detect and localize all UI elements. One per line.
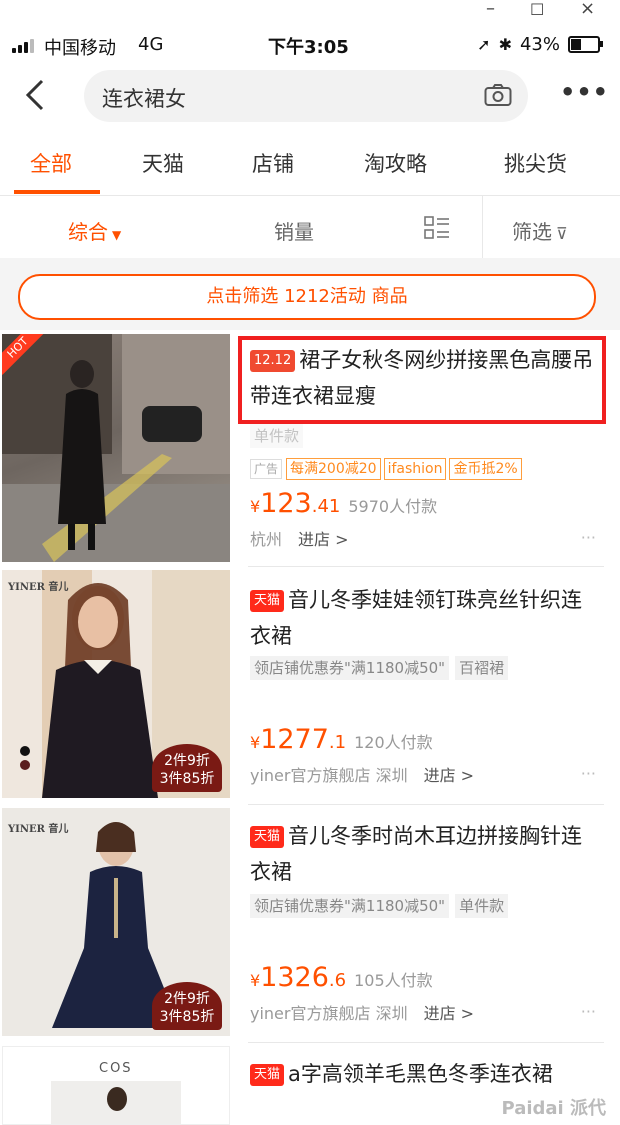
window-controls: – ☐ × <box>0 0 620 22</box>
battery-icon <box>568 36 603 53</box>
watermark: Paidai 派代 <box>501 1098 607 1119</box>
more-options-icon[interactable]: ··· <box>581 528 596 547</box>
product-card[interactable]: YINER 音儿 2件9折 3件85折 天猫 音儿冬季时尚木耳边拼接胸针连衣裙 领店… <box>0 806 620 1040</box>
shop-info: 杭州 进店 > <box>250 530 349 549</box>
sort-sales[interactable]: 销量 <box>274 216 314 245</box>
price: ¥1277.1 120人付款 <box>250 724 433 755</box>
active-tab-indicator <box>14 190 100 194</box>
highlight-box <box>238 336 606 424</box>
filter-button[interactable]: 筛选 ⊽ <box>512 216 568 245</box>
buyers-count: 5970人付款 <box>348 497 438 516</box>
product-title[interactable]: 天猫 音儿冬季娃娃领钉珠亮丝针织连衣裙 <box>250 582 600 654</box>
shop-info: yiner官方旗舰店 深圳 进店 > <box>250 766 475 785</box>
caret-down-icon: ▼ <box>112 228 122 242</box>
more-menu-icon[interactable]: ••• <box>560 78 609 106</box>
status-bar: 中国移动 4G 下午3:05 ➚ ✱ 43% <box>0 30 620 62</box>
maximize-button[interactable]: ☐ <box>530 0 544 19</box>
tab-tmall[interactable]: 天猫 <box>142 148 184 178</box>
more-options-icon[interactable]: ··· <box>581 1002 596 1021</box>
tmall-tag: 天猫 <box>250 826 285 848</box>
sort-bar: 综合 ▼ 销量 筛选 ⊽ <box>0 196 620 258</box>
style-chip: 百褶裙 <box>455 656 509 680</box>
buyers-count: 120人付款 <box>354 733 433 752</box>
discount-badge: 2件9折 3件85折 <box>152 982 222 1030</box>
enter-store-link[interactable]: 进店 > <box>424 766 475 785</box>
search-bar[interactable]: 连衣裙女 <box>84 70 528 122</box>
divider <box>248 804 604 805</box>
coupon-chip: 领店铺优惠券"满1180减50" <box>250 894 450 918</box>
tmall-tag: 天猫 <box>250 590 285 612</box>
style-chip: 单件款 <box>455 894 509 918</box>
product-image[interactable]: YINER 音儿 2件9折 3件85折 <box>2 570 230 798</box>
coupon-chip: 每满200减20 <box>286 458 381 480</box>
buyers-count: 105人付款 <box>354 971 433 990</box>
battery-percent: 43% <box>519 34 560 55</box>
product-image[interactable]: HOT <box>2 334 230 562</box>
price: ¥1326.6 105人付款 <box>250 962 433 993</box>
promo-area: 点击筛选 1212活动 商品 <box>0 258 620 330</box>
chip-row-hidden: 单件款 <box>250 424 309 448</box>
street-photo <box>2 334 230 562</box>
tab-guides[interactable]: 淘攻略 <box>364 148 427 178</box>
chip-row: 领店铺优惠券"满1180减50" 单件款 <box>250 894 514 918</box>
bluetooth-icon: ✱ <box>498 35 512 54</box>
divider <box>482 196 483 258</box>
signal-icon <box>12 39 38 53</box>
chip: 单件款 <box>250 424 304 448</box>
category-tabs: 全部 天猫 店铺 淘攻略 挑尖货 <box>0 140 620 194</box>
product-title[interactable]: 天猫 音儿冬季时尚木耳边拼接胸针连衣裙 <box>250 818 600 890</box>
coupon-chip: 领店铺优惠券"满1180减50" <box>250 656 450 680</box>
price: ¥123.41 5970人付款 <box>250 488 438 519</box>
coupon-chip: 金币抵2% <box>449 458 522 480</box>
product-image[interactable]: COS <box>2 1046 230 1125</box>
tmall-tag: 天猫 <box>250 1064 285 1086</box>
color-swatch <box>20 746 30 756</box>
product-title[interactable]: 天猫 a字高领羊毛黑色冬季连衣裙 <box>250 1056 600 1092</box>
model-head <box>107 1087 127 1111</box>
promo-filter-button[interactable]: 点击筛选 1212活动 商品 <box>18 274 596 320</box>
shop-info: yiner官方旗舰店 深圳 进店 > <box>250 1004 475 1023</box>
brand-logo: COS <box>99 1061 133 1076</box>
carrier-label: 中国移动 <box>44 38 116 59</box>
funnel-icon: ⊽ <box>556 224 568 243</box>
chip-row: 领店铺优惠券"满1180减50" 百褶裙 <box>250 656 514 680</box>
clock: 下午3:05 <box>268 37 349 58</box>
search-input[interactable]: 连衣裙女 <box>102 83 186 113</box>
network-label: 4G <box>138 34 164 55</box>
more-options-icon[interactable]: ··· <box>581 764 596 783</box>
coupon-chip: ifashion <box>383 458 447 480</box>
divider <box>248 1042 604 1043</box>
back-arrow-icon[interactable] <box>20 78 54 112</box>
tab-all[interactable]: 全部 <box>30 148 72 178</box>
enter-store-link[interactable]: 进店 > <box>424 1004 475 1023</box>
sort-comprehensive[interactable]: 综合 ▼ <box>68 216 121 245</box>
color-swatch <box>20 760 30 770</box>
enter-store-link[interactable]: 进店 > <box>298 530 349 549</box>
divider <box>248 566 604 567</box>
brand-logo: YINER 音儿 <box>8 582 69 593</box>
camera-icon[interactable] <box>484 83 512 107</box>
tab-stores[interactable]: 店铺 <box>252 148 294 178</box>
discount-badge: 2件9折 3件85折 <box>152 744 222 792</box>
grid-view-icon[interactable] <box>424 216 450 240</box>
close-button[interactable]: × <box>580 0 595 19</box>
tab-premium[interactable]: 挑尖货 <box>504 148 567 178</box>
ad-label: 广告 <box>250 459 283 479</box>
location-arrow-icon: ➚ <box>477 35 491 54</box>
product-image[interactable]: YINER 音儿 2件9折 3件85折 <box>2 808 230 1036</box>
brand-logo: YINER 音儿 <box>8 824 69 835</box>
minimize-button[interactable]: – <box>486 0 495 19</box>
coupon-row: 广告 每满200减20 ifashion 金币抵2% <box>250 458 525 480</box>
product-card[interactable]: YINER 音儿 2件9折 3件85折 天猫 音儿冬季娃娃领钉珠亮丝针织连衣裙 领店… <box>0 568 620 802</box>
